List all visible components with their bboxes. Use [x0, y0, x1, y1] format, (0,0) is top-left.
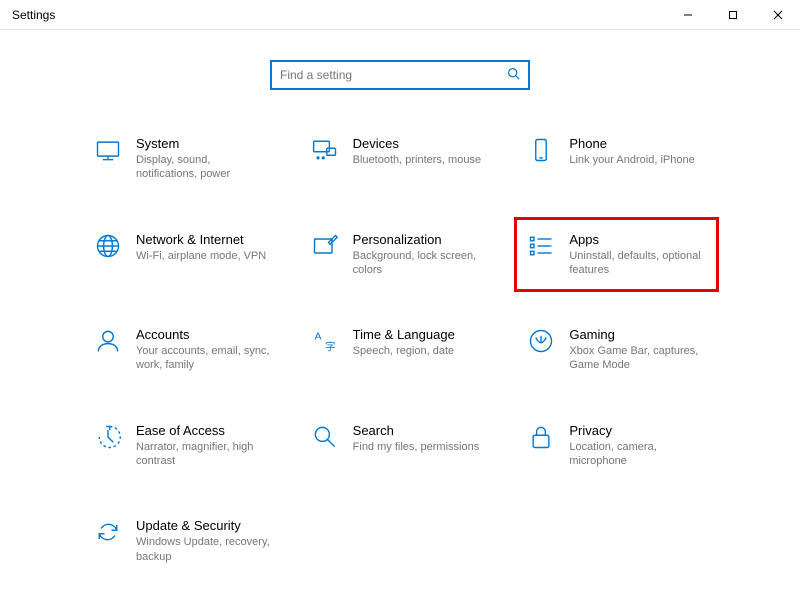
item-title: Search [353, 423, 490, 438]
item-title: Accounts [136, 327, 273, 342]
settings-item-ease-of-access[interactable]: Ease of Access Narrator, magnifier, high… [90, 417, 277, 475]
devices-icon [311, 136, 339, 164]
settings-item-phone[interactable]: Phone Link your Android, iPhone [523, 130, 710, 188]
minimize-button[interactable] [665, 0, 710, 30]
gaming-icon [527, 327, 555, 355]
item-text: Update & Security Windows Update, recove… [136, 518, 273, 564]
item-title: Apps [569, 232, 706, 247]
close-button[interactable] [755, 0, 800, 30]
window-controls [665, 0, 800, 30]
item-text: Search Find my files, permissions [353, 423, 490, 454]
item-desc: Location, camera, microphone [569, 440, 706, 469]
item-title: Phone [569, 136, 706, 151]
settings-home: System Display, sound, notifications, po… [0, 30, 800, 590]
apps-icon [527, 232, 555, 260]
maximize-button[interactable] [710, 0, 755, 30]
item-desc: Display, sound, notifications, power [136, 153, 273, 182]
item-text: Gaming Xbox Game Bar, captures, Game Mod… [569, 327, 706, 373]
item-desc: Background, lock screen, colors [353, 249, 490, 278]
item-title: Update & Security [136, 518, 273, 533]
item-title: Time & Language [353, 327, 490, 342]
item-text: Ease of Access Narrator, magnifier, high… [136, 423, 273, 469]
settings-grid: System Display, sound, notifications, po… [90, 130, 710, 570]
search-category-icon [311, 423, 339, 451]
maximize-icon [728, 10, 738, 20]
settings-item-privacy[interactable]: Privacy Location, camera, microphone [523, 417, 710, 475]
phone-icon [527, 136, 555, 164]
svg-text:A: A [314, 330, 321, 342]
settings-item-accounts[interactable]: Accounts Your accounts, email, sync, wor… [90, 321, 277, 379]
search-box[interactable] [270, 60, 530, 90]
item-title: Devices [353, 136, 490, 151]
item-title: Personalization [353, 232, 490, 247]
item-text: Personalization Background, lock screen,… [353, 232, 490, 278]
accounts-icon [94, 327, 122, 355]
item-desc: Uninstall, defaults, optional features [569, 249, 706, 278]
item-desc: Windows Update, recovery, backup [136, 535, 273, 564]
item-text: Phone Link your Android, iPhone [569, 136, 706, 167]
settings-item-search[interactable]: Search Find my files, permissions [307, 417, 494, 475]
window-title: Settings [12, 8, 55, 22]
settings-item-apps[interactable]: Apps Uninstall, defaults, optional featu… [523, 226, 710, 284]
item-desc: Bluetooth, printers, mouse [353, 153, 490, 167]
search-icon [507, 67, 520, 83]
item-desc: Speech, region, date [353, 344, 490, 358]
item-text: Time & Language Speech, region, date [353, 327, 490, 358]
item-title: Privacy [569, 423, 706, 438]
item-text: Accounts Your accounts, email, sync, wor… [136, 327, 273, 373]
settings-item-time-language[interactable]: A字 Time & Language Speech, region, date [307, 321, 494, 379]
time-language-icon: A字 [311, 327, 339, 355]
close-icon [773, 10, 783, 20]
item-desc: Wi-Fi, airplane mode, VPN [136, 249, 273, 263]
item-desc: Your accounts, email, sync, work, family [136, 344, 273, 373]
system-icon [94, 136, 122, 164]
svg-text:字: 字 [325, 340, 336, 353]
item-desc: Find my files, permissions [353, 440, 490, 454]
settings-item-network[interactable]: Network & Internet Wi-Fi, airplane mode,… [90, 226, 277, 284]
item-text: Apps Uninstall, defaults, optional featu… [569, 232, 706, 278]
settings-item-gaming[interactable]: Gaming Xbox Game Bar, captures, Game Mod… [523, 321, 710, 379]
update-security-icon [94, 518, 122, 546]
network-icon [94, 232, 122, 260]
search-input[interactable] [280, 68, 507, 82]
item-text: Privacy Location, camera, microphone [569, 423, 706, 469]
item-text: Network & Internet Wi-Fi, airplane mode,… [136, 232, 273, 263]
item-text: System Display, sound, notifications, po… [136, 136, 273, 182]
item-title: System [136, 136, 273, 151]
item-title: Ease of Access [136, 423, 273, 438]
settings-item-system[interactable]: System Display, sound, notifications, po… [90, 130, 277, 188]
item-text: Devices Bluetooth, printers, mouse [353, 136, 490, 167]
item-title: Network & Internet [136, 232, 273, 247]
item-desc: Narrator, magnifier, high contrast [136, 440, 273, 469]
titlebar: Settings [0, 0, 800, 30]
search-container [90, 60, 710, 90]
settings-item-personalization[interactable]: Personalization Background, lock screen,… [307, 226, 494, 284]
settings-item-update-security[interactable]: Update & Security Windows Update, recove… [90, 512, 277, 570]
item-desc: Xbox Game Bar, captures, Game Mode [569, 344, 706, 373]
personalization-icon [311, 232, 339, 260]
item-title: Gaming [569, 327, 706, 342]
privacy-icon [527, 423, 555, 451]
ease-of-access-icon [94, 423, 122, 451]
settings-item-devices[interactable]: Devices Bluetooth, printers, mouse [307, 130, 494, 188]
item-desc: Link your Android, iPhone [569, 153, 706, 167]
minimize-icon [683, 10, 693, 20]
